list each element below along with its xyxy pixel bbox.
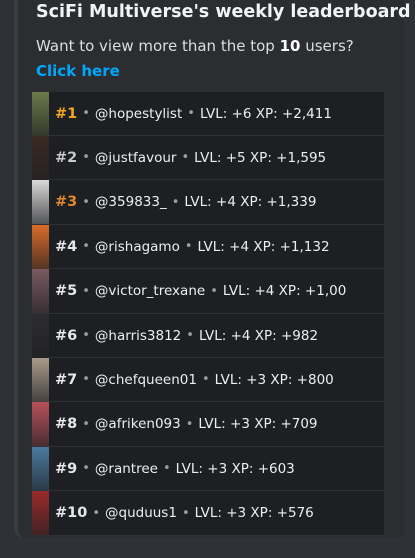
avatar (32, 446, 49, 491)
rank-label: #8 (55, 416, 78, 433)
leaderboard-row: #1 • @hopestylist • LVL: +6 XP: +2,411 (32, 92, 384, 136)
level-xp-stats: LVL: +6 XP: +2,411 (199, 105, 332, 122)
separator-dot: • (82, 328, 90, 343)
separator-dot: • (184, 239, 193, 255)
avatar (32, 269, 49, 314)
leaderboard-image: #1 • @hopestylist • LVL: +6 XP: +2,411 #2 • @ju… (32, 92, 384, 536)
leaderboard-row: #10 • @quduus1 • LVL: +3 XP: +576 (32, 491, 384, 536)
avatar (32, 224, 49, 269)
username: @harris3812 (94, 327, 182, 344)
separator-dot: • (181, 150, 190, 166)
username: @chefqueen01 (94, 371, 197, 388)
avatar (32, 180, 49, 225)
avatar (32, 92, 49, 136)
separator-dot: • (82, 106, 90, 121)
separator-dot: • (210, 283, 218, 299)
avatar (32, 357, 49, 402)
username: @victor_trexane (94, 283, 206, 300)
separator-dot: • (82, 283, 90, 299)
separator-dot: • (92, 505, 100, 521)
separator-dot: • (186, 328, 194, 343)
avatar (32, 402, 49, 447)
subtitle-count: 10 (279, 37, 301, 55)
leaderboard-row: #8 • @afriken093 • LVL: +3 XP: +709 (32, 402, 384, 447)
separator-dot: • (82, 461, 90, 477)
subtitle-suffix: users? (300, 37, 354, 55)
separator-dot: • (201, 372, 210, 388)
subtitle-prefix: Want to view more than the top (36, 37, 280, 55)
avatar (32, 491, 49, 536)
avatar (32, 135, 49, 180)
username: @hopestylist (94, 105, 183, 122)
leaderboard-title: SciFi Multiverse's weekly leaderboard (36, 2, 411, 22)
level-xp-stats: LVL: +3 XP: +576 (194, 505, 314, 522)
username: @justfavour (94, 149, 177, 166)
separator-dot: • (82, 416, 90, 432)
separator-dot: • (187, 106, 195, 121)
level-xp-stats: LVL: +4 XP: +1,00 (222, 283, 347, 300)
rank-label: #3 (55, 194, 78, 211)
level-xp-stats: LVL: +3 XP: +709 (198, 416, 318, 433)
separator-dot: • (185, 416, 194, 432)
leaderboard-subtitle: Want to view more than the top 10 users? (36, 37, 354, 55)
view-more-link[interactable]: Click here (36, 62, 120, 80)
level-xp-stats: LVL: +5 XP: +1,595 (194, 149, 327, 166)
rank-label: #7 (55, 371, 78, 388)
separator-dot: • (82, 194, 90, 210)
level-xp-stats: LVL: +4 XP: +1,132 (197, 238, 330, 255)
level-xp-stats: LVL: +3 XP: +603 (175, 460, 295, 477)
separator-dot: • (82, 150, 90, 166)
leaderboard-row: #9 • @rantree • LVL: +3 XP: +603 (32, 446, 384, 492)
rank-label: #6 (55, 327, 78, 344)
rank-label: #5 (55, 283, 78, 300)
leaderboard-row: #2 • @justfavour • LVL: +5 XP: +1,595 (32, 135, 384, 181)
separator-dot: • (181, 505, 190, 521)
rank-label: #10 (55, 505, 88, 522)
username: @quduus1 (105, 505, 177, 522)
separator-dot: • (82, 372, 90, 388)
level-xp-stats: LVL: +4 XP: +982 (198, 327, 319, 344)
username: @rantree (94, 460, 158, 477)
leaderboard-row: #3 • @359833_ • LVL: +4 XP: +1,339 (32, 180, 384, 225)
leaderboard-embed: SciFi Multiverse's weekly leaderboard Wa… (14, 0, 411, 538)
rank-label: #9 (55, 460, 78, 477)
leaderboard-row: #6 • @harris3812 • LVL: +4 XP: +982 (32, 313, 384, 358)
level-xp-stats: LVL: +3 XP: +800 (214, 371, 334, 388)
username: @359833_ (94, 194, 167, 211)
avatar (32, 313, 49, 358)
username: @rishagamo (94, 238, 180, 255)
leaderboard-row: #7 • @chefqueen01 • LVL: +3 XP: +800 (32, 357, 384, 403)
rank-label: #2 (55, 149, 78, 166)
separator-dot: • (162, 461, 171, 477)
rank-label: #1 (55, 105, 78, 122)
separator-dot: • (82, 239, 90, 255)
rank-label: #4 (55, 238, 78, 255)
username: @afriken093 (94, 416, 181, 433)
leaderboard-row: #5 • @victor_trexane • LVL: +4 XP: +1,00 (32, 269, 384, 314)
leaderboard-row: #4 • @rishagamo • LVL: +4 XP: +1,132 (32, 224, 384, 270)
separator-dot: • (171, 194, 180, 210)
level-xp-stats: LVL: +4 XP: +1,339 (184, 194, 317, 211)
